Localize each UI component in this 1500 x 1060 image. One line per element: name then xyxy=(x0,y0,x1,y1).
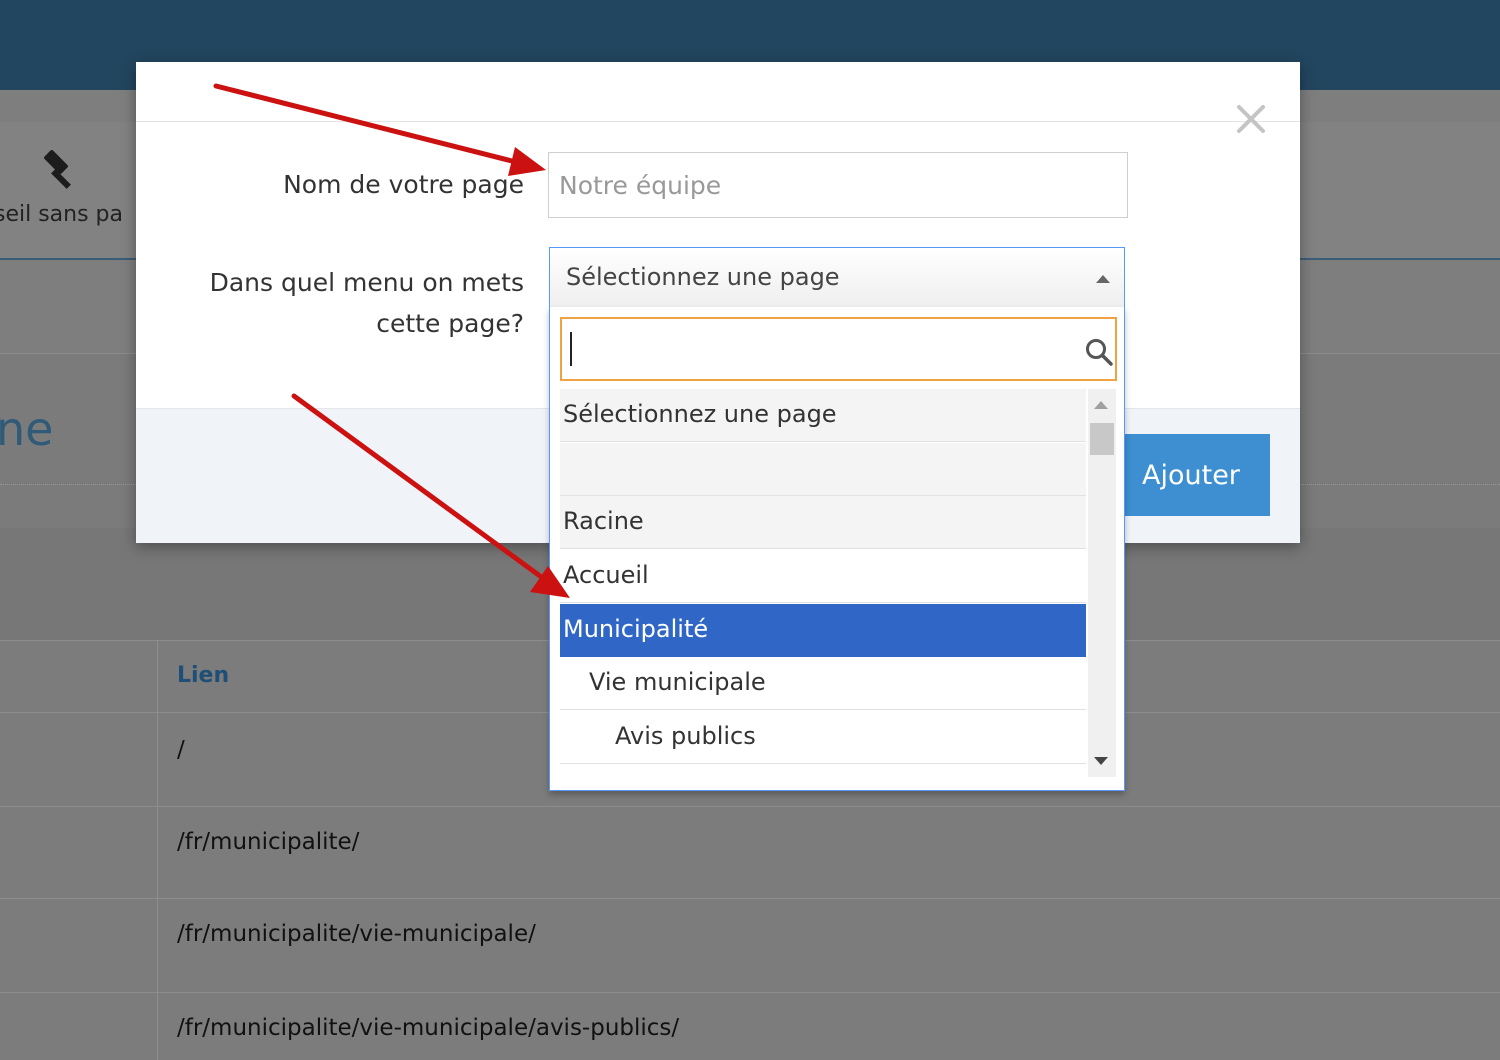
text-cursor xyxy=(570,332,572,366)
options-list: Sélectionnez une page Racine Accueil Mun… xyxy=(560,389,1086,765)
caret-up-icon xyxy=(1096,275,1110,283)
add-button[interactable]: Ajouter xyxy=(1122,434,1270,516)
scroll-down-icon[interactable] xyxy=(1094,757,1108,765)
menu-select-label: Dans quel menu on mets cette page? xyxy=(176,262,524,344)
gavel-icon xyxy=(44,150,71,189)
link-cell: /fr/municipalite/ xyxy=(177,829,360,855)
select-dropdown: Sélectionnez une page Racine Accueil Mun… xyxy=(549,307,1125,791)
select-current-value: Sélectionnez une page xyxy=(566,263,840,291)
menu-label-line2: cette page? xyxy=(376,309,524,338)
option-select-page[interactable]: Sélectionnez une page xyxy=(560,389,1086,442)
option-empty[interactable] xyxy=(560,443,1086,496)
search-icon xyxy=(1086,339,1113,366)
option-municipalite[interactable]: Municipalité xyxy=(560,604,1086,657)
menu-select[interactable]: Sélectionnez une page xyxy=(549,247,1125,309)
page-name-label: Nom de votre page xyxy=(283,170,524,199)
option-avis-publics[interactable]: Avis publics xyxy=(560,711,1086,764)
scroll-up-icon[interactable] xyxy=(1094,401,1108,409)
page-name-input[interactable] xyxy=(548,152,1128,218)
toolbar-item-conseil[interactable]: seil sans pa xyxy=(0,122,136,260)
dropdown-search-input[interactable] xyxy=(560,317,1117,381)
option-racine[interactable]: Racine xyxy=(560,496,1086,549)
table-row[interactable]: /fr/municipalite/ xyxy=(0,806,1500,898)
modal-header xyxy=(136,62,1300,122)
option-vie-municipale[interactable]: Vie municipale xyxy=(560,657,1086,710)
link-cell: /fr/municipalite/vie-municipale/avis-pub… xyxy=(177,1015,680,1041)
column-header-lien: Lien xyxy=(177,663,230,688)
option-accueil[interactable]: Accueil xyxy=(560,550,1086,603)
link-cell: / xyxy=(177,737,185,763)
scroll-thumb[interactable] xyxy=(1090,423,1114,455)
page-heading: ne xyxy=(0,402,54,456)
toolbar-item-label: seil sans pa xyxy=(0,202,124,227)
table-row[interactable]: /fr/municipalite/vie-municipale/avis-pub… xyxy=(0,992,1500,1060)
close-icon[interactable] xyxy=(1234,102,1268,136)
menu-label-line1: Dans quel menu on mets xyxy=(209,268,524,297)
link-cell: /fr/municipalite/vie-municipale/ xyxy=(177,921,536,947)
table-row[interactable]: /fr/municipalite/vie-municipale/ xyxy=(0,898,1500,992)
options-scrollbar[interactable] xyxy=(1088,389,1116,777)
